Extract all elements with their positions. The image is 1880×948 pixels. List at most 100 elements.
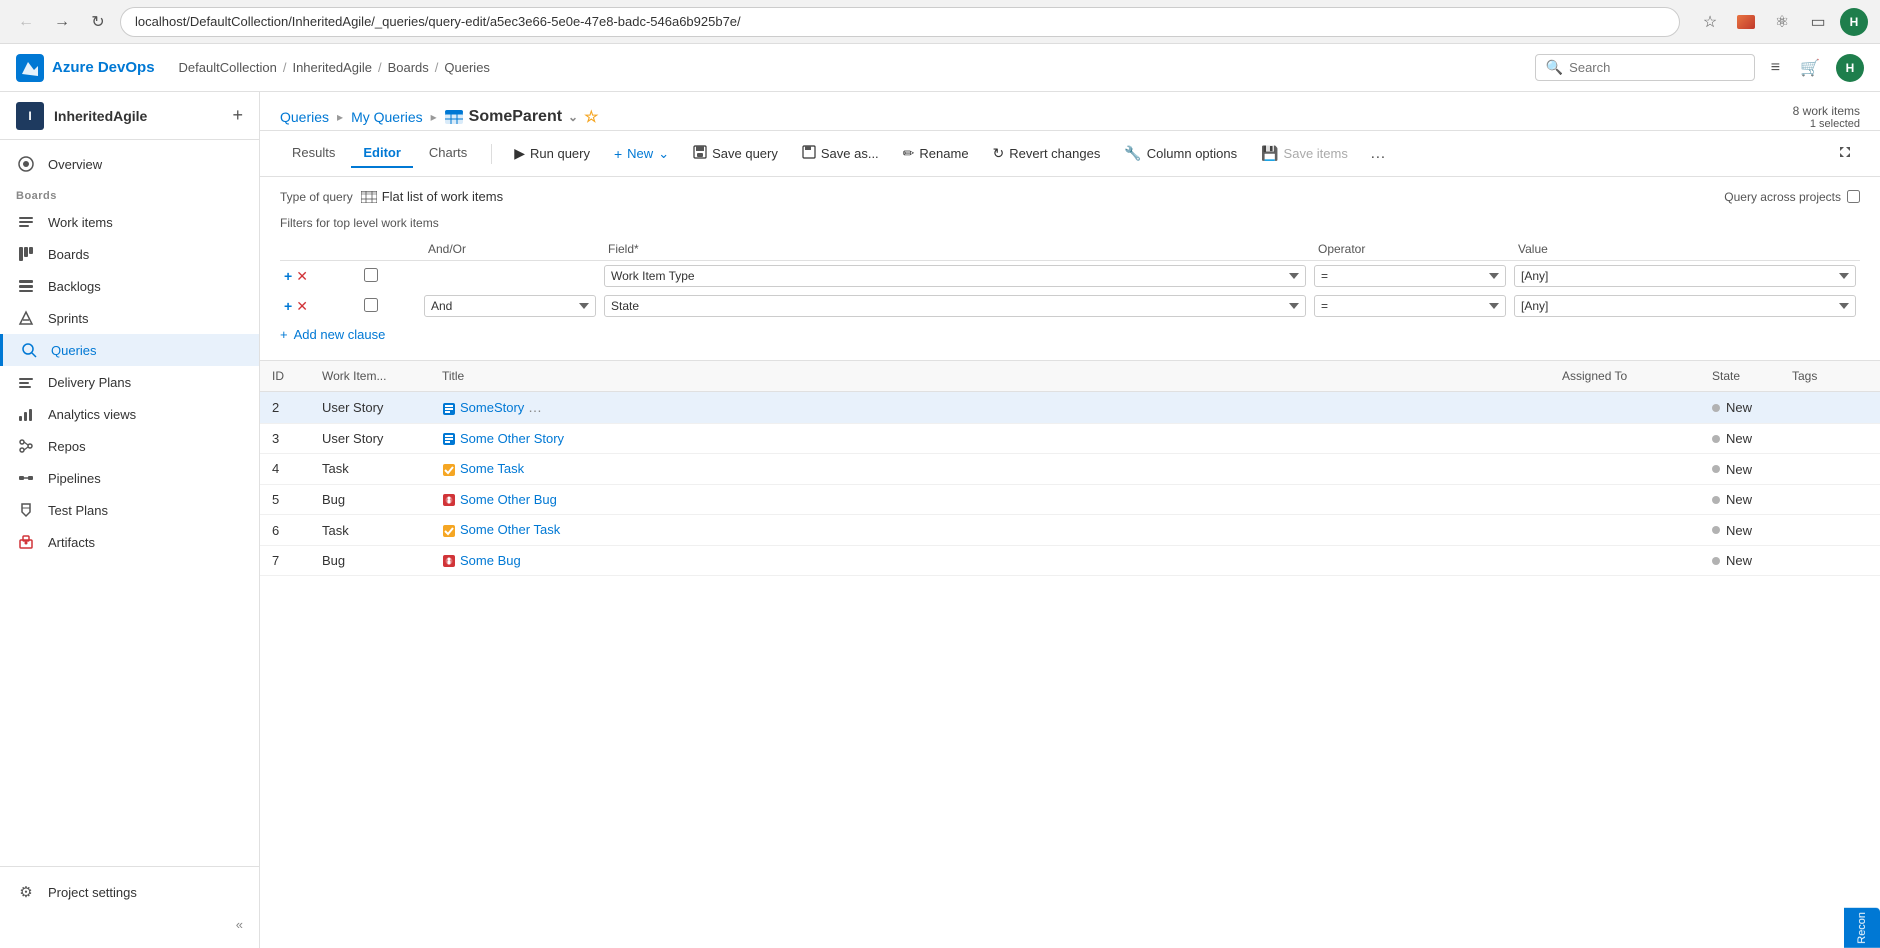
title-link[interactable]: Some Bug (460, 553, 521, 568)
query-across-checkbox[interactable] (1847, 190, 1860, 203)
sidebar-item-queries[interactable]: Queries (0, 334, 259, 366)
filter-row-1-value[interactable]: [Any] (1514, 265, 1856, 287)
collapse-sidebar-btn[interactable]: « (0, 909, 259, 940)
sidebar-item-sprints[interactable]: Sprints (0, 302, 259, 334)
sidebar-item-delivery-plans[interactable]: Delivery Plans (0, 366, 259, 398)
sidebar-item-work-items[interactable]: Work items (0, 206, 259, 238)
results-header-row: ID Work Item... Title Assigned To State … (260, 361, 1880, 392)
col-header-tags: Tags (1780, 361, 1880, 392)
save-query-button[interactable]: Save query (683, 140, 788, 167)
add-project-button[interactable]: + (232, 105, 243, 126)
sidebar-item-boards[interactable]: Boards (0, 238, 259, 270)
user-profile-avatar[interactable]: H (1836, 54, 1864, 82)
sidebar-item-overview[interactable]: Overview (0, 148, 259, 180)
save-as-button[interactable]: Save as... (792, 140, 889, 167)
azure-devops-label: Azure DevOps (52, 59, 155, 76)
rename-button[interactable]: ✏ Rename (893, 140, 979, 167)
table-row[interactable]: 4TaskSome TaskNew (260, 454, 1880, 485)
tab-results[interactable]: Results (280, 139, 347, 168)
filter-row-1-operator[interactable]: = (1314, 265, 1506, 287)
sidebar-item-repos[interactable]: Repos (0, 430, 259, 462)
query-name-dropdown-icon[interactable]: ⌄ (568, 110, 578, 124)
cell-work-item-type: Bug (310, 545, 430, 576)
title-link[interactable]: Some Other Task (460, 522, 560, 537)
expand-button[interactable] (1830, 140, 1860, 167)
reload-button[interactable]: ↻ (84, 8, 112, 36)
title-link[interactable]: Some Other Bug (460, 492, 557, 507)
browser-bar: ← → ↻ localhost/DefaultCollection/Inheri… (0, 0, 1880, 44)
filter-row-2-operator[interactable]: = (1314, 295, 1506, 317)
bookmark-button[interactable]: ☆ (1696, 8, 1724, 36)
back-button[interactable]: ← (12, 8, 40, 36)
address-bar[interactable]: localhost/DefaultCollection/InheritedAgi… (120, 7, 1680, 37)
tab-charts[interactable]: Charts (417, 139, 479, 168)
table-row[interactable]: 2User StorySomeStory …New (260, 392, 1880, 424)
cell-title[interactable]: Some Task (430, 454, 1550, 485)
breadcrumb-boards[interactable]: Boards (388, 60, 429, 75)
sidebar-item-test-plans[interactable]: Test Plans (0, 494, 259, 526)
favorite-star-icon[interactable]: ☆ (584, 107, 598, 127)
table-row[interactable]: 5BugSome Other BugNew (260, 484, 1880, 515)
search-input[interactable] (1569, 60, 1744, 75)
query-type-value: Flat list of work items (361, 189, 503, 204)
filter-row-2-checkbox[interactable] (364, 298, 378, 312)
row-more-icon[interactable]: … (528, 399, 542, 415)
filter-row-2-and-or[interactable]: And Or (424, 295, 596, 317)
filter-row-2-value[interactable]: [Any] (1514, 295, 1856, 317)
forward-button[interactable]: → (48, 8, 76, 36)
table-row[interactable]: 6TaskSome Other TaskNew (260, 515, 1880, 546)
query-type-label: Type of query (280, 190, 353, 204)
table-row[interactable]: 3User StorySome Other StoryNew (260, 423, 1880, 454)
column-options-button[interactable]: 🔧 Column options (1114, 140, 1247, 167)
backlogs-label: Backlogs (48, 279, 101, 294)
search-box[interactable]: 🔍 (1535, 54, 1755, 81)
sidebar-item-pipelines[interactable]: Pipelines (0, 462, 259, 494)
title-link[interactable]: Some Task (460, 461, 524, 476)
breadcrumb-collection[interactable]: DefaultCollection (179, 60, 277, 75)
basket-icon-btn[interactable]: 🛒 (1796, 54, 1824, 82)
tab-editor[interactable]: Editor (351, 139, 413, 168)
extensions-button[interactable]: ⚛ (1768, 8, 1796, 36)
main-content: Queries ▸ My Queries ▸ SomeParent ⌄ (260, 92, 1880, 948)
settings-icon-btn[interactable]: ≡ (1767, 55, 1784, 81)
cast-button[interactable]: ▭ (1804, 8, 1832, 36)
sidebar-item-project-settings[interactable]: ⚙ Project settings (0, 875, 259, 909)
user-avatar[interactable]: H (1840, 8, 1868, 36)
my-queries-breadcrumb-link[interactable]: My Queries (351, 109, 423, 125)
breadcrumb-project[interactable]: InheritedAgile (292, 60, 372, 75)
title-link[interactable]: Some Other Story (460, 431, 564, 446)
title-link[interactable]: SomeStory (460, 400, 524, 415)
filter-row-2-field[interactable]: State (604, 295, 1306, 317)
run-query-button[interactable]: ▶ Run query (504, 140, 600, 167)
sidebar-item-artifacts[interactable]: Artifacts (0, 526, 259, 558)
sidebar-item-backlogs[interactable]: Backlogs (0, 270, 259, 302)
extension-button[interactable] (1732, 8, 1760, 36)
filter-row-2: + ✕ And Or (280, 291, 1860, 321)
filter-row-1-remove[interactable]: ✕ (296, 268, 308, 285)
filter-row-2-add[interactable]: + (284, 298, 292, 314)
filter-row-2-remove[interactable]: ✕ (296, 298, 308, 315)
column-options-icon: 🔧 (1124, 145, 1141, 162)
more-options-button[interactable]: … (1362, 140, 1394, 168)
new-button[interactable]: + New ⌄ (604, 141, 679, 167)
revert-changes-button[interactable]: ↻ Revert changes (983, 140, 1111, 167)
cell-title[interactable]: SomeStory … (430, 392, 1550, 424)
queries-breadcrumb-link[interactable]: Queries (280, 109, 329, 125)
cell-tags (1780, 454, 1880, 485)
cell-title[interactable]: Some Bug (430, 545, 1550, 576)
breadcrumb-queries[interactable]: Queries (444, 60, 490, 75)
filter-row-1-add[interactable]: + (284, 268, 292, 284)
add-clause-button[interactable]: + Add new clause (280, 321, 385, 348)
sidebar-item-analytics-views[interactable]: Analytics views (0, 398, 259, 430)
cell-title[interactable]: Some Other Bug (430, 484, 1550, 515)
results-container[interactable]: ID Work Item... Title Assigned To State … (260, 360, 1880, 948)
filter-row-1-field[interactable]: Work Item Type (604, 265, 1306, 287)
cell-title[interactable]: Some Other Task (430, 515, 1550, 546)
cell-title[interactable]: Some Other Story (430, 423, 1550, 454)
table-row[interactable]: 7BugSome BugNew (260, 545, 1880, 576)
recon-tab[interactable]: Recon (1844, 908, 1880, 948)
save-items-button[interactable]: 💾 Save items (1251, 140, 1358, 167)
new-dropdown-icon: ⌄ (658, 146, 669, 162)
filter-row-1-checkbox[interactable] (364, 268, 378, 282)
col-header-state: State (1700, 361, 1780, 392)
